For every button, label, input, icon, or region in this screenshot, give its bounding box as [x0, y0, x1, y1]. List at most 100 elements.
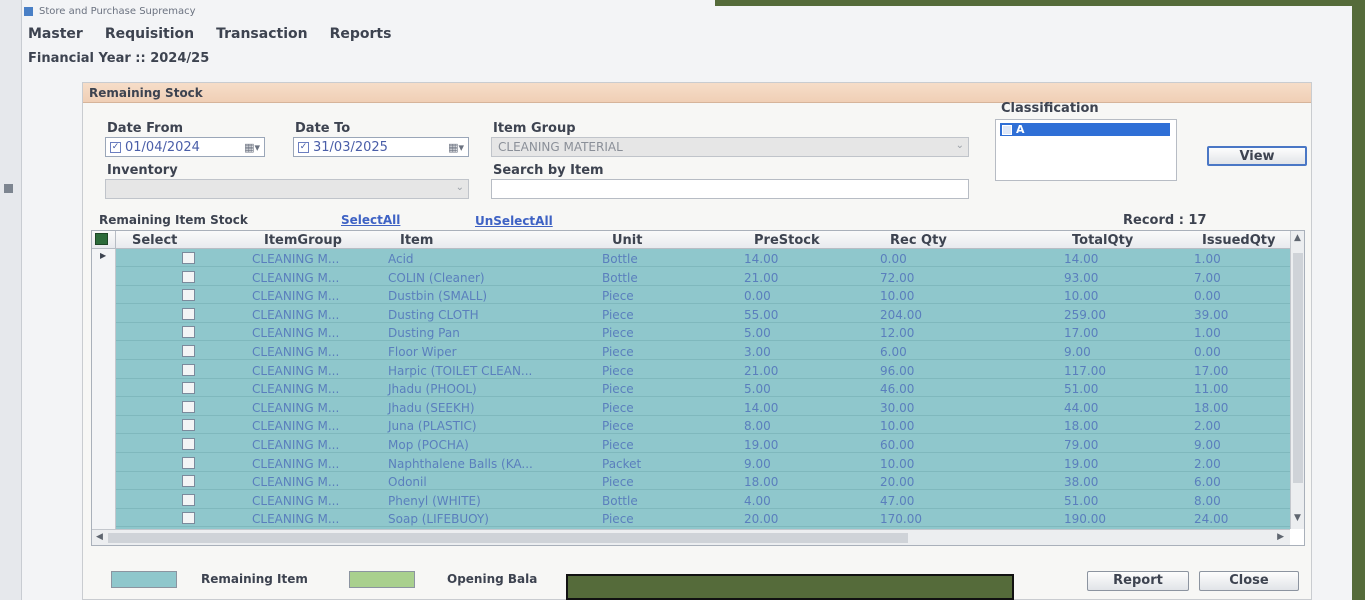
legend-remaining-label: Remaining Item — [201, 572, 308, 586]
report-button[interactable]: Report — [1087, 571, 1189, 591]
col-unit[interactable]: Unit — [612, 233, 642, 248]
row-select-checkbox[interactable] — [182, 382, 195, 395]
unselect-all-link[interactable]: UnSelectAll — [475, 214, 553, 228]
table-row[interactable]: CLEANING M... Phenyl (WHITE) Bottle 4.00 47.… — [116, 491, 1290, 509]
row-select-checkbox[interactable] — [182, 400, 195, 413]
cell-issuedqty: 7.00 — [1194, 270, 1221, 285]
app-icon — [24, 7, 33, 16]
row-select-checkbox[interactable] — [182, 363, 195, 376]
cell-issuedqty: 18.00 — [1194, 400, 1229, 415]
table-row[interactable]: CLEANING M... Dustbin (SMALL) Piece 0.00 10.… — [116, 286, 1290, 305]
cell-issuedqty: 0.00 — [1194, 289, 1221, 304]
col-select[interactable]: Select — [132, 233, 177, 248]
date-to-picker[interactable]: ✓ 31/03/2025 ▦▾ — [293, 137, 469, 157]
cell-recqty: 60.00 — [880, 438, 915, 452]
cell-unit: Piece — [602, 475, 634, 490]
vertical-scroll-thumb[interactable] — [1293, 253, 1303, 483]
title-bar: Store and Purchase Supremacy — [24, 6, 196, 17]
menu-transaction[interactable]: Transaction — [216, 26, 308, 42]
row-select-checkbox[interactable] — [182, 270, 195, 283]
cell-totalqty: 51.00 — [1064, 382, 1099, 397]
item-group-label: Item Group — [493, 121, 576, 136]
col-itemgroup[interactable]: ItemGroup — [264, 233, 342, 248]
side-strip — [0, 0, 22, 600]
row-select-checkbox[interactable] — [182, 289, 195, 302]
search-input[interactable] — [491, 179, 969, 199]
col-item[interactable]: Item — [400, 233, 433, 248]
inventory-select[interactable]: ⌄ — [105, 179, 469, 199]
row-select-checkbox[interactable] — [182, 512, 195, 525]
vertical-scrollbar[interactable]: ▲ ▼ — [1290, 231, 1304, 529]
col-issuedqty[interactable]: IssuedQty — [1202, 233, 1275, 248]
cell-unit: Piece — [602, 345, 634, 359]
table-row[interactable]: CLEANING M... Jhadu (SEEKH) Piece 14.00 30.0… — [116, 398, 1290, 416]
table-row[interactable]: CLEANING M... Juna (PLASTIC) Piece 8.00 10.0… — [116, 416, 1290, 435]
calendar-dropdown-icon[interactable]: ▦▾ — [244, 141, 264, 154]
menu-requisition[interactable]: Requisition — [105, 26, 194, 42]
table-row[interactable]: CLEANING M... Dusting Pan Piece 5.00 12.00 17… — [116, 323, 1290, 342]
row-select-checkbox[interactable] — [182, 493, 195, 506]
cell-unit: Piece — [602, 382, 634, 397]
scroll-down-icon[interactable]: ▼ — [1294, 513, 1301, 523]
table-row[interactable]: CLEANING M... Harpic (TOILET CLEAN... Piec… — [116, 361, 1290, 379]
table-row[interactable]: CLEANING M... COLIN (Cleaner) Bottle 21.00 7… — [116, 268, 1290, 286]
item-group-select[interactable]: CLEANING MATERIAL ⌄ — [491, 137, 969, 157]
cell-itemgroup: CLEANING M... — [252, 363, 340, 378]
date-from-picker[interactable]: ✓ 01/04/2024 ▦▾ — [105, 137, 265, 157]
scroll-right-icon[interactable]: ▶ — [1277, 532, 1284, 542]
table-row[interactable]: CLEANING M... Odonil Piece 18.00 20.00 38.00 6… — [116, 472, 1290, 491]
cell-issuedqty: 0.00 — [1194, 345, 1221, 359]
horizontal-scroll-thumb[interactable] — [108, 533, 908, 543]
cell-itemgroup: CLEANING M... — [252, 493, 340, 508]
table-row[interactable]: CLEANING M... Dusting CLOTH Piece 55.00 204.… — [116, 305, 1290, 323]
cell-itemgroup: CLEANING M... — [252, 270, 340, 285]
col-prestock[interactable]: PreStock — [754, 233, 820, 248]
cell-recqty: 204.00 — [880, 307, 922, 322]
classification-checkbox[interactable] — [1002, 124, 1012, 135]
cell-itemgroup: CLEANING M... — [252, 326, 340, 341]
inventory-label: Inventory — [107, 163, 178, 178]
col-recqty[interactable]: Rec Qty — [890, 233, 947, 248]
row-select-checkbox[interactable] — [182, 438, 195, 450]
date-from-checkbox[interactable]: ✓ — [110, 141, 121, 153]
menu-bar: Master Requisition Transaction Reports — [28, 26, 391, 42]
table-row[interactable]: CLEANING M... Floor Wiper Piece 3.00 6.00 9.0… — [116, 342, 1290, 360]
select-all-link[interactable]: SelectAll — [341, 213, 400, 227]
stock-grid[interactable]: Select ItemGroup Item Unit PreStock Rec … — [91, 230, 1305, 546]
classification-item[interactable]: A — [1000, 123, 1170, 136]
cell-issuedqty: 2.00 — [1194, 419, 1221, 434]
table-row[interactable]: CLEANING M... Mop (POCHA) Piece 19.00 60.00 7… — [116, 435, 1290, 453]
scroll-up-icon[interactable]: ▲ — [1294, 233, 1301, 243]
row-select-checkbox[interactable] — [182, 326, 195, 339]
cell-totalqty: 19.00 — [1064, 456, 1099, 471]
view-button[interactable]: View — [1207, 146, 1307, 166]
row-select-checkbox[interactable] — [182, 419, 195, 432]
row-select-checkbox[interactable] — [182, 307, 195, 320]
cell-itemgroup: CLEANING M... — [252, 400, 340, 415]
col-totalqty[interactable]: TotalQty — [1072, 233, 1133, 248]
table-row[interactable]: CLEANING M... Acid Bottle 14.00 0.00 14.00 1.0… — [116, 249, 1290, 267]
table-row[interactable]: CLEANING M... Jhadu (PHOOL) Piece 5.00 46.00… — [116, 379, 1290, 398]
horizontal-scrollbar[interactable]: ◀ ▶ — [92, 529, 1290, 545]
table-row[interactable]: CLEANING M... Naphthalene Balls (KA... Pac… — [116, 454, 1290, 472]
table-row[interactable]: CLEANING M... Soap (LIFEBUOY) Piece 20.00 17… — [116, 509, 1290, 528]
close-button[interactable]: Close — [1199, 571, 1299, 591]
cell-issuedqty: 6.00 — [1194, 475, 1221, 490]
cell-totalqty: 14.00 — [1064, 252, 1099, 266]
cell-totalqty: 10.00 — [1064, 289, 1099, 304]
cell-prestock: 55.00 — [744, 307, 779, 322]
row-select-checkbox[interactable] — [182, 252, 195, 264]
scroll-left-icon[interactable]: ◀ — [96, 532, 103, 542]
cover-band-top — [715, 0, 1365, 6]
row-select-checkbox[interactable] — [182, 456, 195, 469]
row-select-checkbox[interactable] — [182, 475, 195, 488]
menu-master[interactable]: Master — [28, 26, 83, 42]
menu-reports[interactable]: Reports — [330, 26, 392, 42]
grid-corner[interactable] — [92, 231, 116, 249]
classification-list[interactable]: A — [995, 119, 1177, 181]
row-select-checkbox[interactable] — [182, 345, 195, 357]
calendar-dropdown-icon[interactable]: ▦▾ — [448, 141, 468, 154]
chevron-down-icon: ⌄ — [455, 182, 464, 193]
cell-totalqty: 93.00 — [1064, 270, 1099, 285]
date-to-checkbox[interactable]: ✓ — [298, 141, 309, 153]
